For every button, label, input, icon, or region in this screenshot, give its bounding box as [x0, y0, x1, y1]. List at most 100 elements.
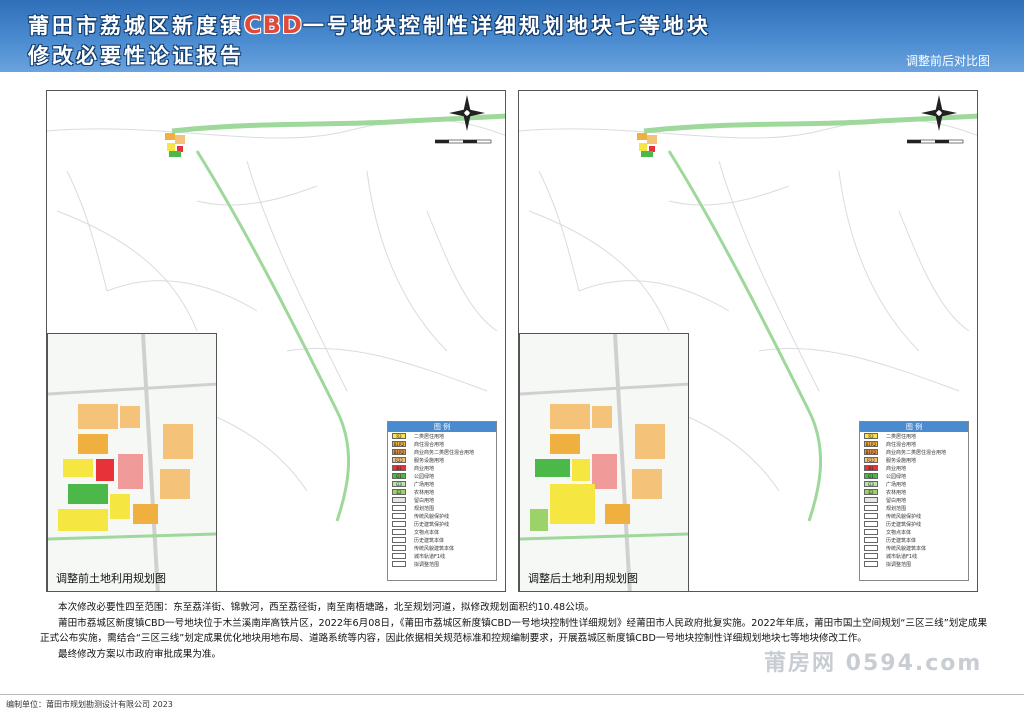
legend-label: 城市轨道F1线	[886, 553, 918, 560]
legend-swatch: G3	[864, 481, 878, 487]
site-overview-after	[637, 133, 657, 157]
legend-row: 规划范围	[860, 504, 968, 512]
legend-swatch	[392, 545, 406, 551]
legend-after: 图 例 R2 二类居住用地 B1R2 商住混合用地 B1R2 商业商务二类居住混合用地 R2…	[859, 421, 969, 581]
inset-caption-after: 调整后土地利用规划图	[528, 572, 638, 585]
inset-map-before: 调整前土地利用规划图	[47, 333, 217, 591]
legend-label: 拟调整范围	[414, 561, 440, 568]
legend-swatch: R2	[392, 433, 406, 439]
legend-swatch: B1R2	[392, 441, 406, 447]
legend-row: G1 公园绿地	[860, 472, 968, 480]
legend-swatch	[392, 529, 406, 535]
legend-label: 农林用地	[414, 489, 435, 496]
footer-divider	[0, 694, 1024, 695]
legend-swatch	[392, 521, 406, 527]
scale-bar	[434, 137, 495, 147]
legend-label: 历史建筑本体	[414, 537, 445, 544]
legend-label: 商业商务二类居住混合用地	[414, 449, 475, 456]
legend-row: R22 服务设施用地	[860, 456, 968, 464]
legend-title: 图 例	[388, 422, 496, 432]
legend-row: 城市轨道F1线	[860, 552, 968, 560]
legend-swatch	[864, 561, 878, 567]
legend-label: 拟调整范围	[886, 561, 912, 568]
legend-label: 留白用地	[886, 497, 907, 504]
legend-row: 规划范围	[388, 504, 496, 512]
legend-swatch: B1	[864, 465, 878, 471]
legend-row: B1R2 商业商务二类居住混合用地	[388, 448, 496, 456]
legend-row: 拟调整范围	[860, 560, 968, 568]
legend-label: 服务设施用地	[414, 457, 445, 464]
legend-label: 传统风貌保护线	[414, 513, 450, 520]
header-band: 莆田市荔城区新度镇CBD一号地块控制性详细规划地块七等地块 修改必要性论证报告 …	[0, 0, 1024, 72]
legend-swatch: R2	[864, 433, 878, 439]
paragraph-background: 莆田市荔城区新度镇CBD一号地块位于木兰溪南岸高铁片区，2022年6月08日，《…	[40, 617, 988, 645]
legend-row: 拟调整范围	[388, 560, 496, 568]
legend-row: 历史建筑本体	[388, 536, 496, 544]
report-title-line2: 修改必要性论证报告	[28, 43, 244, 68]
legend-row: 传统风貌保护线	[388, 512, 496, 520]
legend-row: B1R2 商住混合用地	[388, 440, 496, 448]
legend-label: 商业用地	[414, 465, 435, 472]
legend-label: 广场用地	[414, 481, 435, 488]
compare-label: 调整前后对比图	[905, 54, 990, 68]
legend-swatch	[392, 553, 406, 559]
legend-row: 历史建筑本体	[860, 536, 968, 544]
legend-swatch: B1R2	[392, 449, 406, 455]
legend-label: 传统风貌保护线	[886, 513, 922, 520]
legend-swatch	[864, 497, 878, 503]
legend-label: 文物点本体	[414, 529, 440, 536]
legend-label: 二类居住用地	[886, 433, 917, 440]
legend-row: B1R2 商业商务二类居住混合用地	[860, 448, 968, 456]
title-part-b: 一号地块控制性详细规划地块七等地块	[302, 13, 711, 38]
legend-label: 规划范围	[414, 505, 435, 512]
legend-row: 历史建筑保护线	[860, 520, 968, 528]
legend-label: 规划范围	[886, 505, 907, 512]
legend-row: E2 农林用地	[388, 488, 496, 496]
legend-swatch: G1	[864, 473, 878, 479]
scale-bar	[906, 137, 967, 147]
north-arrow-icon	[921, 95, 957, 131]
legend-swatch: E2	[392, 489, 406, 495]
legend-label: 公园绿地	[886, 473, 907, 480]
legend-label: 传统风貌建筑本体	[886, 545, 927, 552]
legend-swatch	[392, 497, 406, 503]
inset-map-after: 调整后土地利用规划图	[519, 333, 689, 591]
legend-row: 文物点本体	[388, 528, 496, 536]
legend-row: 传统风貌建筑本体	[388, 544, 496, 552]
watermark: 莆房网 0594.com	[764, 651, 983, 676]
site-overview-before	[165, 133, 185, 157]
legend-swatch	[392, 561, 406, 567]
legend-swatch	[392, 505, 406, 511]
legend-row: 留白用地	[860, 496, 968, 504]
legend-label: 公园绿地	[414, 473, 435, 480]
legend-row: R2 二类居住用地	[860, 432, 968, 440]
legend-row: 传统风貌建筑本体	[860, 544, 968, 552]
legend-row: R2 二类居住用地	[388, 432, 496, 440]
report-title-line1: 莆田市荔城区新度镇CBD一号地块控制性详细规划地块七等地块	[28, 10, 711, 40]
legend-swatch: E2	[864, 489, 878, 495]
legend-label: 二类居住用地	[414, 433, 445, 440]
legend-label: 服务设施用地	[886, 457, 917, 464]
legend-label: 商业用地	[886, 465, 907, 472]
legend-row: 传统风貌保护线	[860, 512, 968, 520]
legend-label: 商业商务二类居住混合用地	[886, 449, 947, 456]
map-panel-before: 调整前土地利用规划图 图 例 R2 二类居住用地 B1R2 商住混合用地 B1R2 商业商…	[46, 90, 506, 592]
legend-label: 传统风貌建筑本体	[414, 545, 455, 552]
legend-row: 城市轨道F1线	[388, 552, 496, 560]
legend-rows: R2 二类居住用地 B1R2 商住混合用地 B1R2 商业商务二类居住混合用地 R22 服务设…	[860, 432, 968, 568]
legend-row: G1 公园绿地	[388, 472, 496, 480]
inset-caption-before: 调整前土地利用规划图	[56, 572, 166, 585]
legend-row: 历史建筑保护线	[388, 520, 496, 528]
legend-swatch	[864, 545, 878, 551]
legend-label: 留白用地	[414, 497, 435, 504]
legend-title: 图 例	[860, 422, 968, 432]
legend-label: 商住混合用地	[886, 441, 917, 448]
legend-label: 城市轨道F1线	[414, 553, 446, 560]
editor-credit: 编制单位：莆田市规划勘测设计有限公司 2023	[6, 700, 173, 709]
title-part-a: 莆田市荔城区新度镇	[28, 13, 244, 38]
north-arrow-icon	[449, 95, 485, 131]
legend-row: R22 服务设施用地	[388, 456, 496, 464]
legend-label: 历史建筑保护线	[886, 521, 922, 528]
legend-swatch: B1	[392, 465, 406, 471]
legend-row: B1R2 商住混合用地	[860, 440, 968, 448]
